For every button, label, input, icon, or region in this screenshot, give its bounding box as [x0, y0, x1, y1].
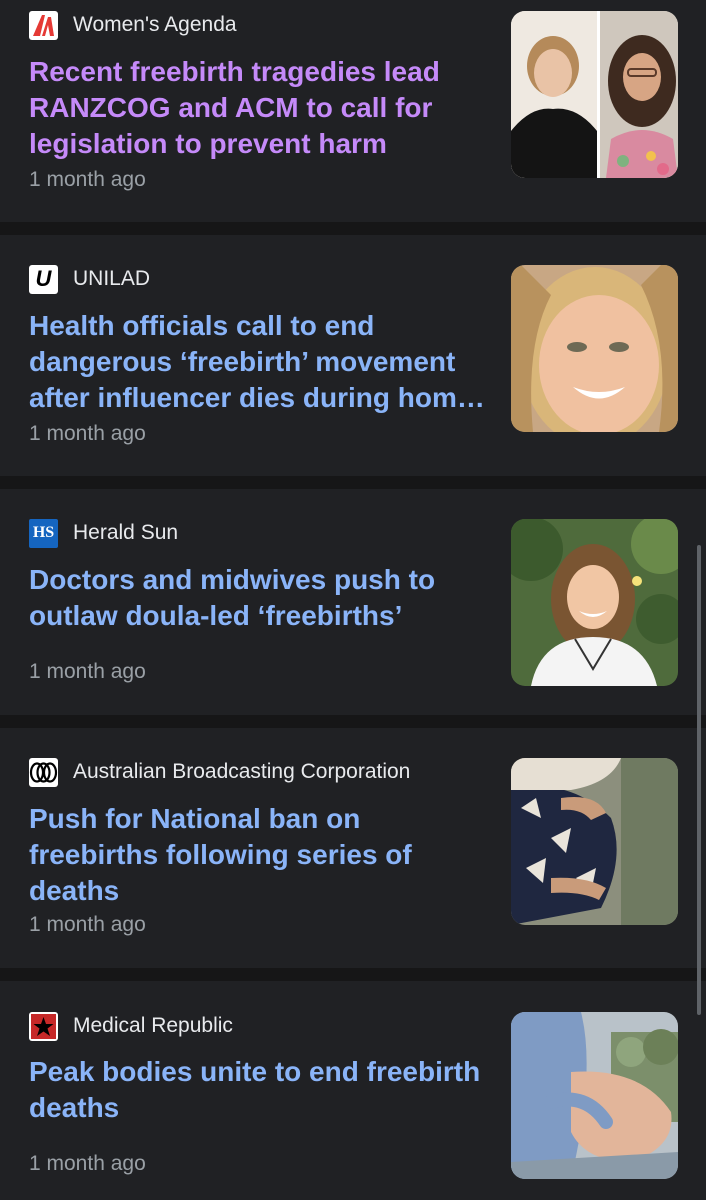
news-card[interactable]: Women's Agenda Recent freebirth tragedie… [0, 0, 706, 222]
news-card[interactable]: U UNILAD Health officials call to end da… [0, 235, 706, 476]
article-headline-link[interactable]: Peak bodies unite to end freebirth death… [29, 1054, 489, 1126]
article-timestamp: 1 month ago [29, 1152, 146, 1175]
article-timestamp: 1 month ago [29, 422, 146, 445]
abc-logo-icon [29, 757, 58, 787]
article-headline-link[interactable]: Health officials call to end dangerous ‘… [29, 308, 489, 416]
article-timestamp: 1 month ago [29, 660, 146, 683]
news-card[interactable]: Medical Republic Peak bodies unite to en… [0, 981, 706, 1200]
article-thumbnail[interactable] [511, 11, 678, 178]
news-source: U UNILAD [29, 264, 150, 294]
article-timestamp: 1 month ago [29, 913, 146, 936]
source-name: UNILAD [73, 267, 151, 290]
scrollbar[interactable] [697, 545, 701, 1015]
source-name: Medical Republic [73, 1014, 233, 1037]
news-card[interactable]: HS Herald Sun Doctors and midwives push … [0, 489, 706, 715]
article-thumbnail[interactable] [511, 265, 678, 432]
source-name: Australian Broadcasting Corporation [73, 760, 411, 783]
article-thumbnail[interactable] [511, 1012, 678, 1179]
source-name: Women's Agenda [73, 13, 237, 36]
article-thumbnail[interactable] [511, 758, 678, 925]
article-headline-link[interactable]: Doctors and midwives push to outlaw doul… [29, 562, 489, 634]
herald-sun-logo-icon: HS [29, 518, 58, 548]
unilad-logo-letter: U [35, 266, 52, 291]
news-card[interactable]: Australian Broadcasting Corporation Push… [0, 728, 706, 968]
news-source: Australian Broadcasting Corporation [29, 757, 410, 787]
article-thumbnail[interactable] [511, 519, 678, 686]
article-headline-link[interactable]: Push for National ban on freebirths foll… [29, 801, 489, 909]
article-headline-link[interactable]: Recent freebirth tragedies lead RANZCOG … [29, 54, 489, 162]
news-source: HS Herald Sun [29, 518, 178, 548]
source-name: Herald Sun [73, 521, 179, 544]
news-source: Women's Agenda [29, 10, 237, 40]
herald-sun-logo-letters: HS [32, 524, 55, 541]
unilad-logo-icon: U [29, 264, 58, 294]
womens-agenda-logo-icon [29, 10, 58, 40]
medical-republic-logo-icon [29, 1011, 58, 1041]
article-timestamp: 1 month ago [29, 168, 146, 191]
news-source: Medical Republic [29, 1011, 233, 1041]
